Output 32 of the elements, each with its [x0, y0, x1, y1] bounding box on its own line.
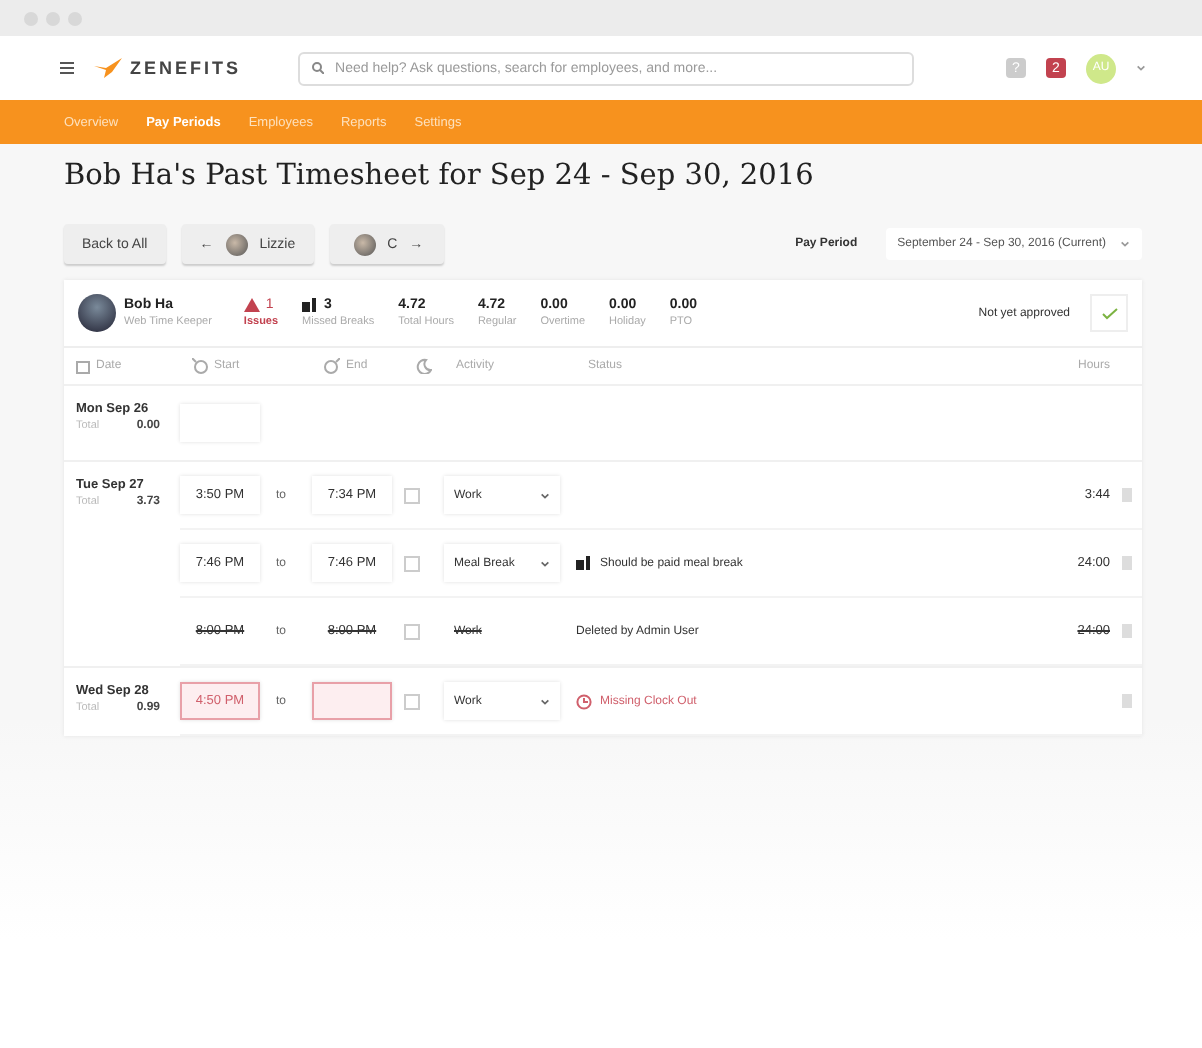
trash-icon[interactable] [1121, 488, 1131, 502]
checkmark-icon [1101, 307, 1117, 319]
checkbox[interactable] [404, 487, 420, 503]
clock-in-icon [192, 358, 208, 374]
caret-icon [540, 491, 550, 499]
caret-icon [540, 697, 550, 705]
bird-icon [94, 58, 122, 78]
clock-icon [576, 693, 592, 709]
moon-icon [416, 358, 432, 374]
caret-icon [1120, 240, 1130, 248]
warning-icon [243, 298, 260, 312]
meal-icon [302, 298, 319, 312]
time-input[interactable] [312, 682, 392, 720]
employee-avatar [78, 294, 116, 332]
approve-button[interactable] [1090, 294, 1128, 332]
avatar-icon [353, 233, 376, 255]
meal-icon [576, 556, 592, 570]
clock-out-icon [324, 358, 340, 374]
checkbox[interactable] [404, 623, 420, 639]
menu-icon[interactable] [60, 62, 74, 74]
checkbox[interactable] [404, 555, 420, 571]
trash-icon[interactable] [1121, 556, 1131, 570]
logo[interactable]: ZENEFITS [94, 58, 242, 78]
caret-icon [1136, 64, 1146, 72]
calendar-icon [76, 359, 90, 373]
caret-icon [540, 559, 550, 567]
trash-icon[interactable] [1121, 694, 1131, 708]
checkbox[interactable] [404, 693, 420, 709]
avatar-icon [225, 233, 248, 255]
trash-icon[interactable] [1121, 624, 1131, 638]
page-title: Bob Ha's Past Timesheet for Sep 24 - Sep 30, 2016 [64, 160, 816, 192]
search-icon [311, 61, 324, 73]
